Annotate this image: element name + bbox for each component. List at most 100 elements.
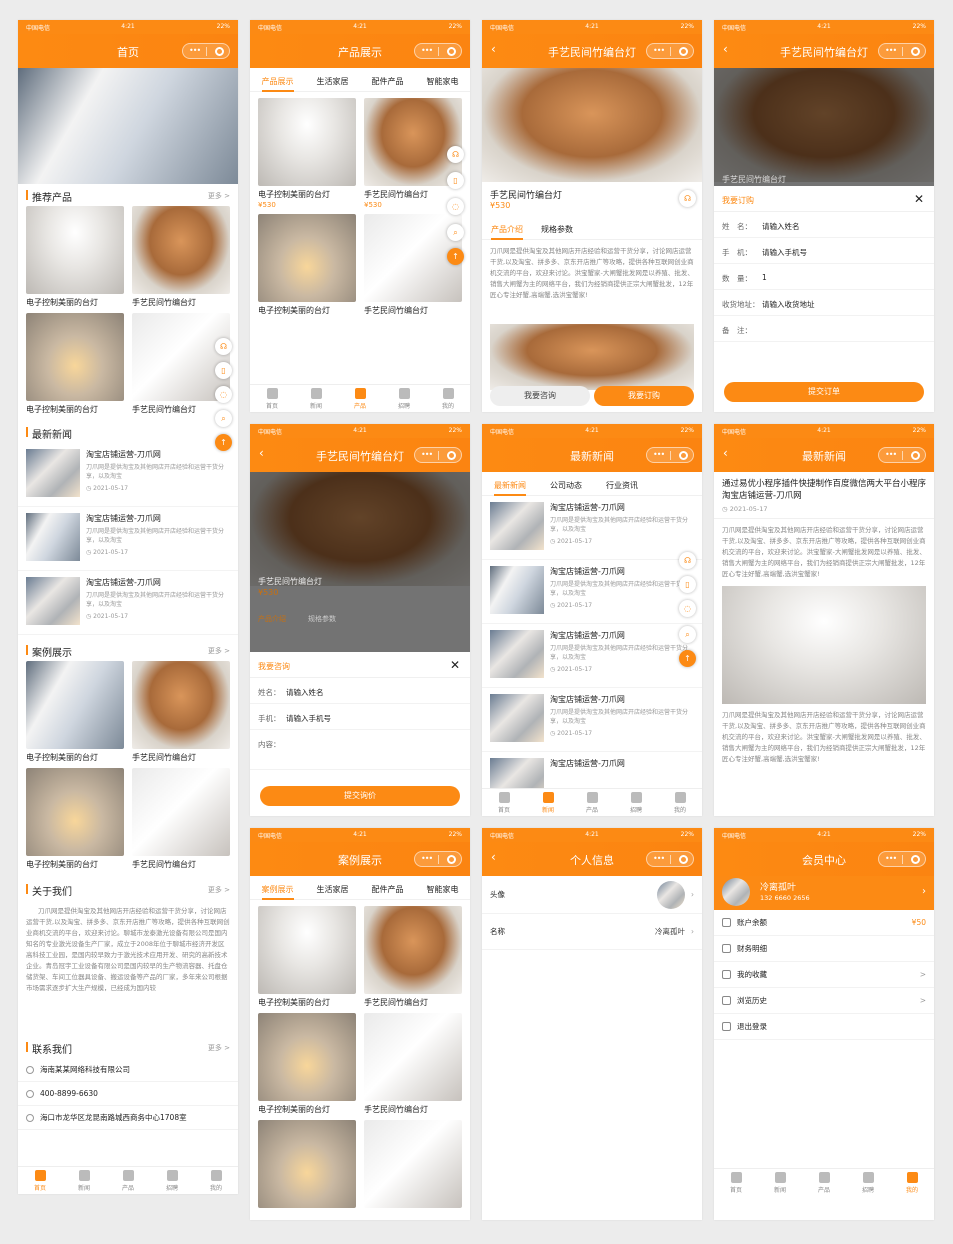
tab-products[interactable]: 产品	[106, 1167, 150, 1194]
case-card[interactable]: 电子控制美丽的台灯	[26, 768, 124, 870]
favorites-row[interactable]: 我的收藏 >	[714, 962, 934, 988]
more-link[interactable]: 更多 >	[208, 646, 230, 656]
headset-icon[interactable]: ☊	[447, 146, 464, 163]
name-field[interactable]: 姓 名： 请输入姓名	[714, 212, 934, 238]
list-item[interactable]: 淘宝店铺运营-刀爪网 刀爪网是提供淘宝及其他网店开店经验和运营干货分享，以及淘宝 ◷…	[482, 688, 702, 752]
contact-phone[interactable]: 400-8899-6630	[18, 1082, 238, 1106]
capsule-menu[interactable]: •••	[414, 447, 462, 463]
user-card[interactable]: 冷离孤叶 132 6660 2656 ›	[714, 876, 934, 910]
list-item[interactable]: 淘宝店铺运营-刀爪网 刀爪网是提供淘宝及其他网店开店经验和运营干货分享，以及淘宝 ◷…	[18, 507, 238, 571]
balance-row[interactable]: 账户余额 ¥50	[714, 910, 934, 936]
tab-category[interactable]: 智能家电	[415, 68, 470, 91]
name-field[interactable]: 姓名： 请输入姓名	[250, 678, 470, 704]
tab-specs[interactable]: 规格参数	[308, 614, 336, 624]
headset-icon[interactable]: ☊	[679, 552, 696, 569]
case-image[interactable]	[26, 661, 124, 749]
tab-industry[interactable]: 行业资讯	[594, 472, 650, 495]
submit-order-button[interactable]: 提交订单	[724, 382, 924, 402]
case-card[interactable]	[364, 1120, 462, 1208]
case-image[interactable]	[132, 661, 230, 749]
list-item[interactable]: 淘宝店铺运营-刀爪网 刀爪网是提供淘宝及其他网店开店经验和运营干货分享，以及淘宝 ◷…	[482, 624, 702, 688]
submit-inquiry-button[interactable]: 提交询价	[260, 786, 460, 806]
capsule-menu[interactable]: •••	[646, 43, 694, 59]
more-link[interactable]: 更多 >	[208, 1043, 230, 1053]
tab-home[interactable]: 首页	[714, 1169, 758, 1196]
tab-mine[interactable]: 我的	[658, 789, 702, 816]
capsule-menu[interactable]: •••	[414, 43, 462, 59]
phone-icon[interactable]: ▯	[215, 362, 232, 379]
tab-mine[interactable]: 我的	[890, 1169, 934, 1196]
tab-category[interactable]: 智能家电	[415, 876, 470, 899]
tab-specs[interactable]: 规格参数	[532, 216, 582, 239]
phone-field[interactable]: 手 机： 请输入手机号	[714, 238, 934, 264]
case-card[interactable]: 电子控制美丽的台灯	[26, 661, 124, 763]
product-image[interactable]	[26, 206, 124, 294]
close-icon[interactable]: ✕	[450, 658, 460, 672]
tab-news[interactable]: 新闻	[62, 1167, 106, 1194]
product-card[interactable]: 电子控制美丽的台灯 ¥530	[258, 98, 356, 209]
address-field[interactable]: 收货地址： 请输入收货地址	[714, 290, 934, 316]
search-icon[interactable]: ⌕	[447, 224, 464, 241]
capsule-menu[interactable]: •••	[646, 851, 694, 867]
consult-button[interactable]: 我要咨询	[490, 386, 590, 406]
case-card[interactable]: 电子控制美丽的台灯	[258, 906, 356, 1008]
logout-row[interactable]: 退出登录	[714, 1014, 934, 1040]
phone-icon[interactable]: ▯	[679, 576, 696, 593]
list-item[interactable]: 淘宝店铺运营-刀爪网 刀爪网是提供淘宝及其他网店开店经验和运营干货分享，以及淘宝 ◷…	[18, 443, 238, 507]
capsule-menu[interactable]: •••	[878, 43, 926, 59]
case-card[interactable]: 电子控制美丽的台灯	[258, 1013, 356, 1115]
back-to-top-icon[interactable]: ↑	[679, 650, 696, 667]
tab-news[interactable]: 新闻	[526, 789, 570, 816]
tab-intro[interactable]: 产品介绍	[482, 216, 532, 240]
case-card[interactable]: 手艺民间竹编台灯	[364, 906, 462, 1008]
capsule-menu[interactable]: •••	[414, 851, 462, 867]
banner-image[interactable]	[18, 68, 238, 184]
quantity-field[interactable]: 数 量： 1	[714, 264, 934, 290]
list-item[interactable]: 淘宝店铺运营-刀爪网 刀爪网是提供淘宝及其他网店开店经验和运营干货分享，以及淘宝 ◷…	[18, 571, 238, 635]
tab-news[interactable]: 新闻	[758, 1169, 802, 1196]
close-circle-icon[interactable]	[215, 47, 224, 56]
modal-overlay[interactable]	[250, 472, 470, 652]
product-image[interactable]	[132, 313, 230, 401]
product-image[interactable]	[26, 313, 124, 401]
tab-home[interactable]: 首页	[250, 385, 294, 412]
phone-field[interactable]: 手机： 请输入手机号	[250, 704, 470, 730]
product-card[interactable]: 手艺民间竹编台灯	[132, 206, 230, 308]
product-card[interactable]: 电子控制美丽的台灯	[258, 214, 356, 316]
tab-jobs[interactable]: 招聘	[382, 385, 426, 412]
tab-intro[interactable]: 产品介绍	[258, 614, 286, 624]
case-image[interactable]	[26, 768, 124, 856]
capsule-menu[interactable]: •••	[182, 43, 230, 59]
list-item[interactable]: 淘宝店铺运营-刀爪网 刀爪网是提供淘宝及其他网店开店经验和运营干货分享，以及淘宝 ◷…	[482, 560, 702, 624]
tab-mine[interactable]: 我的	[426, 385, 470, 412]
chat-icon[interactable]: ◌	[447, 198, 464, 215]
product-image[interactable]	[132, 206, 230, 294]
remark-field[interactable]: 备 注：	[714, 316, 934, 342]
tab-products[interactable]: 产品	[802, 1169, 846, 1196]
tab-jobs[interactable]: 招聘	[614, 789, 658, 816]
tab-category[interactable]: 案例展示	[250, 876, 305, 900]
search-icon[interactable]: ⌕	[679, 626, 696, 643]
more-link[interactable]: 更多 >	[208, 885, 230, 895]
name-row[interactable]: 名称 冷离孤叶 ›	[482, 914, 702, 950]
product-card[interactable]: 手艺民间竹编台灯	[132, 313, 230, 415]
tab-latest[interactable]: 最新新闻	[482, 472, 538, 496]
case-card[interactable]: 手艺民间竹编台灯	[364, 1013, 462, 1115]
tab-home[interactable]: 首页	[18, 1167, 62, 1194]
capsule-menu[interactable]: •••	[878, 851, 926, 867]
tab-jobs[interactable]: 招聘	[846, 1169, 890, 1196]
tab-category[interactable]: 生活家居	[305, 68, 360, 91]
tab-category[interactable]: 产品展示	[250, 68, 305, 92]
back-to-top-icon[interactable]: ↑	[447, 248, 464, 265]
close-icon[interactable]: ✕	[914, 192, 924, 206]
product-hero-image[interactable]	[482, 68, 702, 182]
case-card[interactable]	[258, 1120, 356, 1208]
contact-address[interactable]: 海口市龙华区龙昆南路城西商务中心1708室	[18, 1106, 238, 1130]
product-card[interactable]: 电子控制美丽的台灯	[26, 313, 124, 415]
phone-icon[interactable]: ▯	[447, 172, 464, 189]
tab-home[interactable]: 首页	[482, 789, 526, 816]
case-card[interactable]: 手艺民间竹编台灯	[132, 661, 230, 763]
product-card[interactable]: 电子控制美丽的台灯	[26, 206, 124, 308]
capsule-menu[interactable]: •••	[646, 447, 694, 463]
avatar-row[interactable]: 头像 ›	[482, 876, 702, 914]
